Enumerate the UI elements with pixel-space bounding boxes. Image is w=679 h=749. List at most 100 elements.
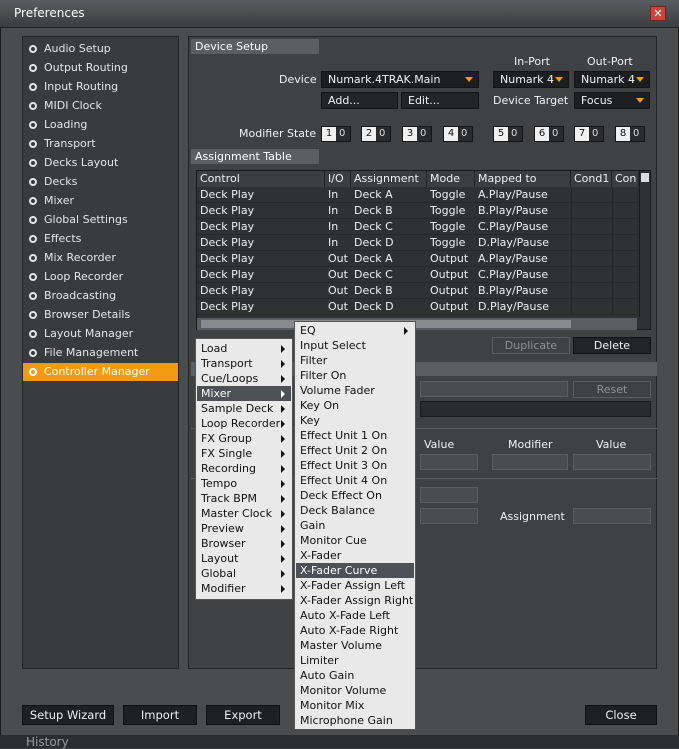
close-window-button[interactable]: ✕ [650,6,666,21]
menu-item-monitor-volume[interactable]: Monitor Volume [296,683,414,698]
menu-item-tempo[interactable]: Tempo [197,476,291,491]
comment-field[interactable] [420,401,651,417]
menu-item-x-fader-assign-left[interactable]: X-Fader Assign Left [296,578,414,593]
in-port-dropdown[interactable]: Numark 4 [493,71,569,88]
menu-item-master-clock[interactable]: Master Clock [197,506,291,521]
menu-item-filter[interactable]: Filter [296,353,414,368]
delete-button[interactable]: Delete [573,337,651,354]
menu-item-master-volume[interactable]: Master Volume [296,638,414,653]
horizontal-scrollbar[interactable] [197,318,637,330]
table-row[interactable]: Deck Play Out Deck C Output C.Play/Pause [197,267,638,283]
menu-item-fx-single[interactable]: FX Single [197,446,291,461]
type-dropdown[interactable] [420,487,478,503]
menu-item-loop-recorder[interactable]: Loop Recorder [197,416,291,431]
menu-item-effect-unit-1-on[interactable]: Effect Unit 1 On [296,428,414,443]
sidebar-item-midi-clock[interactable]: MIDI Clock [23,97,178,115]
menu-item-layout[interactable]: Layout [197,551,291,566]
menu-item-track-bpm[interactable]: Track BPM [197,491,291,506]
menu-item-x-fader-curve[interactable]: X-Fader Curve [296,563,414,578]
menu-item-limiter[interactable]: Limiter [296,653,414,668]
sidebar-item-decks[interactable]: Decks [23,173,178,191]
export-button[interactable]: Export [206,705,280,725]
out-port-dropdown[interactable]: Numark 4 [574,71,650,88]
sidebar-item-loop-recorder[interactable]: Loop Recorder [23,268,178,286]
column-header[interactable]: I/O [325,171,351,187]
sidebar-item-effects[interactable]: Effects [23,230,178,248]
column-header[interactable]: Mapped to [475,171,571,187]
menu-item-cue-loops[interactable]: Cue/Loops [197,371,291,386]
menu-item-deck-balance[interactable]: Deck Balance [296,503,414,518]
menu-item-filter-on[interactable]: Filter On [296,368,414,383]
sidebar-item-decks-layout[interactable]: Decks Layout [23,154,178,172]
assignment-dropdown[interactable] [573,508,651,524]
menu-item-gain[interactable]: Gain [296,518,414,533]
details-dropdown[interactable] [420,381,568,397]
menu-item-x-fader[interactable]: X-Fader [296,548,414,563]
sidebar-item-mixer[interactable]: Mixer [23,192,178,210]
menu-item-auto-x-fade-left[interactable]: Auto X-Fade Left [296,608,414,623]
mode-dropdown[interactable] [420,508,478,524]
table-row[interactable]: Deck Play Out Deck B Output B.Play/Pause [197,283,638,299]
scroll-up-arrow[interactable] [641,173,649,182]
menu-item-key[interactable]: Key [296,413,414,428]
menu-item-sample-deck[interactable]: Sample Deck [197,401,291,416]
table-row[interactable]: Deck Play Out Deck A Output A.Play/Pause [197,251,638,267]
column-header[interactable]: Cond1 [571,171,612,187]
menu-item-modifier[interactable]: Modifier [197,581,291,596]
vertical-scrollbar[interactable] [639,171,650,317]
modifier-dropdown[interactable] [492,454,568,470]
sidebar-item-layout-manager[interactable]: Layout Manager [23,325,178,343]
close-button[interactable]: Close [585,705,657,725]
sidebar-item-output-routing[interactable]: Output Routing [23,59,178,77]
sidebar-item-file-management[interactable]: File Management [23,344,178,362]
column-header[interactable]: Mode [427,171,475,187]
assignment-table[interactable]: Control I/O Assignment Mode Mapped to Cond1 Co… [196,170,651,330]
column-header[interactable]: Assignment [351,171,427,187]
menu-item-preview[interactable]: Preview [197,521,291,536]
menu-item-fx-group[interactable]: FX Group [197,431,291,446]
table-row[interactable]: Deck Play In Deck B Toggle B.Play/Pause [197,203,638,219]
sidebar-item-browser-details[interactable]: Browser Details [23,306,178,324]
menu-item-recording[interactable]: Recording [197,461,291,476]
menu-item-transport[interactable]: Transport [197,356,291,371]
add-device-button[interactable]: Add... [321,92,398,109]
table-row[interactable]: Deck Play Out Deck D Output D.Play/Pause [197,299,638,315]
sidebar-item-loading[interactable]: Loading [23,116,178,134]
sidebar-item-input-routing[interactable]: Input Routing [23,78,178,96]
column-header[interactable]: Control [197,171,325,187]
menu-item-monitor-cue[interactable]: Monitor Cue [296,533,414,548]
menu-item-microphone-gain[interactable]: Microphone Gain [296,713,414,728]
duplicate-button[interactable]: Duplicate [492,337,570,354]
value-dropdown-2[interactable] [573,454,651,470]
sidebar-item-mix-recorder[interactable]: Mix Recorder [23,249,178,267]
value-dropdown-1[interactable] [420,454,478,470]
sidebar-item-global-settings[interactable]: Global Settings [23,211,178,229]
sidebar-item-broadcasting[interactable]: Broadcasting [23,287,178,305]
menu-item-x-fader-assign-right[interactable]: X-Fader Assign Right [296,593,414,608]
menu-item-effect-unit-3-on[interactable]: Effect Unit 3 On [296,458,414,473]
menu-item-mixer[interactable]: Mixer [197,386,291,401]
device-dropdown[interactable]: Numark.4TRAK.Main [321,71,479,88]
menu-item-load[interactable]: Load [197,341,291,356]
table-row[interactable]: Deck Play In Deck D Toggle D.Play/Pause [197,235,638,251]
sidebar-item-controller-manager[interactable]: Controller Manager [23,363,178,381]
menu-item-input-select[interactable]: Input Select [296,338,414,353]
menu-item-effect-unit-2-on[interactable]: Effect Unit 2 On [296,443,414,458]
reset-button[interactable]: Reset [573,381,651,398]
sidebar-item-transport[interactable]: Transport [23,135,178,153]
import-button[interactable]: Import [123,705,197,725]
menu-item-key-on[interactable]: Key On [296,398,414,413]
menu-item-monitor-mix[interactable]: Monitor Mix [296,698,414,713]
device-target-dropdown[interactable]: Focus [574,92,650,109]
menu-item-volume-fader[interactable]: Volume Fader [296,383,414,398]
table-row[interactable]: Deck Play In Deck C Toggle C.Play/Pause [197,219,638,235]
menu-item-eq[interactable]: EQ [296,323,414,338]
menu-item-auto-x-fade-right[interactable]: Auto X-Fade Right [296,623,414,638]
setup-wizard-button[interactable]: Setup Wizard [22,705,114,725]
title-bar[interactable]: Preferences ✕ [0,0,679,28]
menu-item-browser[interactable]: Browser [197,536,291,551]
edit-device-button[interactable]: Edit... [401,92,479,109]
column-header[interactable]: Con [612,171,639,187]
sidebar-item-audio-setup[interactable]: Audio Setup [23,40,178,58]
menu-item-deck-effect-on[interactable]: Deck Effect On [296,488,414,503]
